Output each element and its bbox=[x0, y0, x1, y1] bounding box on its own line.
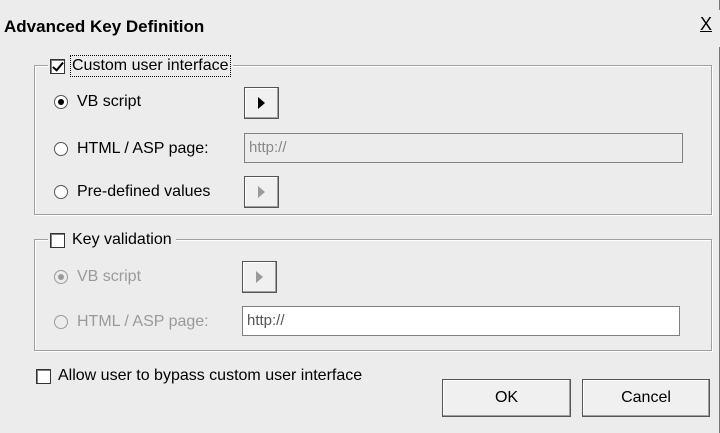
play-arrow-icon bbox=[258, 186, 265, 198]
bypass-checkbox[interactable] bbox=[36, 368, 51, 384]
cancel-button[interactable]: Cancel bbox=[582, 379, 710, 417]
advanced-key-definition-dialog: Advanced Key Definition X Custom user in… bbox=[0, 0, 720, 433]
custom-ui-predefined-edit-button[interactable] bbox=[244, 176, 279, 208]
key-validation-vb-script-radio[interactable] bbox=[54, 270, 68, 284]
custom-ui-legend: Custom user interface bbox=[48, 55, 233, 77]
custom-ui-predefined-radio[interactable] bbox=[54, 185, 68, 199]
custom-ui-vb-script-edit-button[interactable] bbox=[244, 87, 279, 119]
key-validation-html-asp-option[interactable]: HTML / ASP page: bbox=[54, 313, 209, 331]
custom-ui-html-asp-radio[interactable] bbox=[54, 142, 68, 156]
key-validation-legend: Key validation bbox=[48, 229, 176, 251]
key-validation-label[interactable]: Key validation bbox=[72, 231, 172, 249]
close-icon[interactable]: X bbox=[700, 14, 712, 35]
key-validation-html-asp-url-field[interactable]: http:// bbox=[242, 306, 680, 336]
dialog-title: Advanced Key Definition bbox=[4, 17, 205, 36]
key-validation-vb-script-label: VB script bbox=[77, 268, 142, 285]
key-validation-html-asp-radio[interactable] bbox=[54, 315, 68, 329]
play-arrow-icon bbox=[258, 97, 265, 109]
bypass-option[interactable]: Allow user to bypass custom user interfa… bbox=[36, 367, 362, 385]
custom-ui-label[interactable]: Custom user interface bbox=[70, 55, 231, 77]
custom-ui-predefined-option[interactable]: Pre-defined values bbox=[54, 183, 210, 201]
custom-ui-checkbox[interactable] bbox=[50, 58, 65, 74]
custom-ui-html-asp-label: HTML / ASP page: bbox=[77, 140, 209, 157]
bypass-label: Allow user to bypass custom user interfa… bbox=[58, 367, 363, 384]
custom-ui-html-asp-option[interactable]: HTML / ASP page: bbox=[54, 140, 209, 158]
key-validation-vb-script-option[interactable]: VB script bbox=[54, 268, 141, 286]
custom-ui-vb-script-radio[interactable] bbox=[54, 95, 68, 109]
custom-ui-vb-script-option[interactable]: VB script bbox=[54, 93, 141, 111]
play-arrow-icon bbox=[256, 271, 263, 283]
custom-ui-html-asp-url-field[interactable]: http:// bbox=[244, 133, 683, 163]
key-validation-vb-script-edit-button[interactable] bbox=[242, 261, 277, 293]
custom-ui-predefined-label: Pre-defined values bbox=[77, 183, 211, 200]
key-validation-html-asp-label: HTML / ASP page: bbox=[77, 313, 209, 330]
custom-ui-vb-script-label: VB script bbox=[77, 93, 142, 110]
ok-button[interactable]: OK bbox=[442, 379, 571, 417]
key-validation-checkbox[interactable] bbox=[50, 232, 65, 248]
